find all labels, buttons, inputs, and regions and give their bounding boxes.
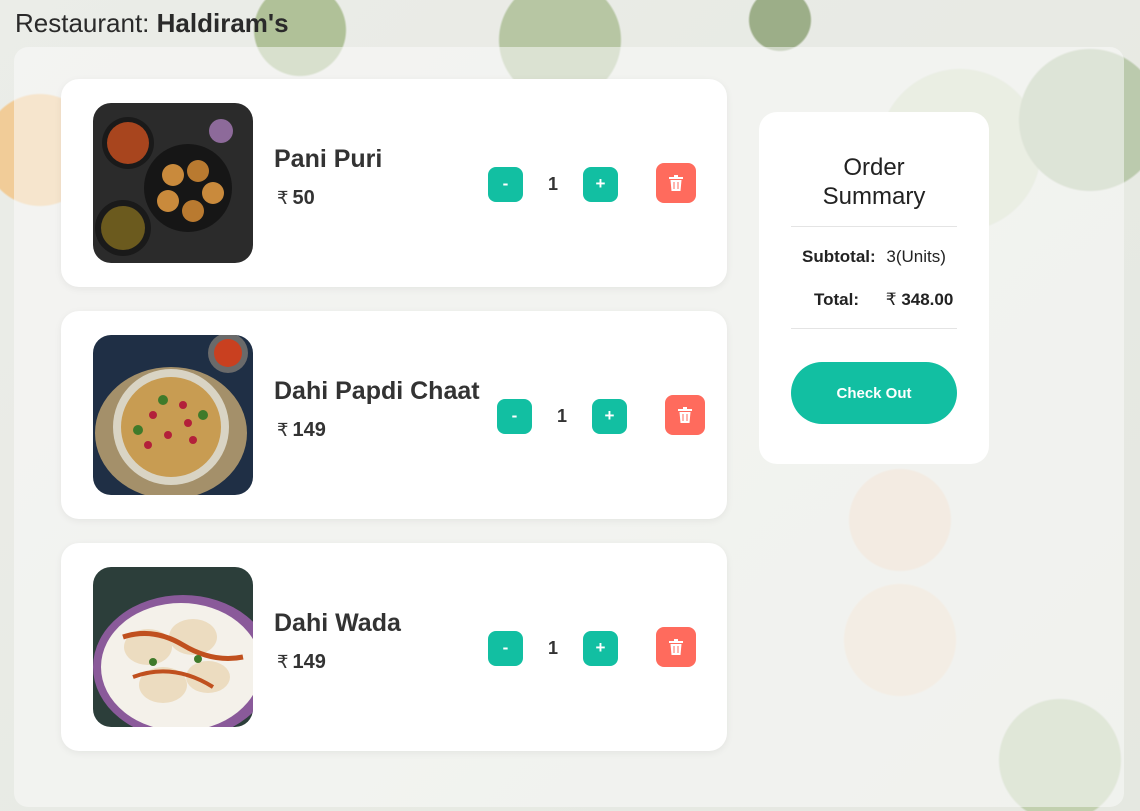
quantity-value: 1: [547, 637, 558, 658]
divider: [791, 226, 957, 227]
quantity-stepper: - 1 +: [488, 166, 618, 202]
dahi-papdi-chaat-image: [93, 335, 253, 495]
cart-item: Pani Puri ₹50 - 1 +: [61, 79, 727, 287]
dahi-wada-image: [93, 567, 253, 727]
subtotal-row: Subtotal: 3(Units): [802, 247, 946, 267]
pani-puri-image: [93, 103, 253, 263]
delete-button[interactable]: [656, 163, 696, 203]
restaurant-name: Haldiram's: [156, 8, 289, 38]
cart-item: Dahi Wada ₹149 - 1 +: [61, 543, 727, 751]
item-price: ₹149: [277, 651, 326, 673]
subtotal-label: Subtotal:: [802, 247, 876, 266]
checkout-button[interactable]: Check Out: [791, 362, 957, 424]
item-name: Dahi Wada: [274, 609, 401, 637]
decrement-button[interactable]: -: [488, 166, 523, 202]
page-title: Restaurant: Haldiram's: [15, 8, 289, 38]
item-name: Dahi Papdi Chaat: [274, 377, 480, 405]
trash-icon: [669, 175, 683, 191]
subtotal-value: 3(Units): [886, 247, 946, 266]
item-name: Pani Puri: [274, 145, 383, 173]
quantity-value: 1: [556, 405, 567, 426]
item-price: ₹50: [277, 187, 315, 209]
increment-button[interactable]: +: [592, 398, 627, 434]
delete-button[interactable]: [665, 395, 705, 435]
increment-button[interactable]: +: [583, 630, 618, 666]
total-value: ₹ 348.00: [885, 290, 954, 309]
quantity-stepper: - 1 +: [497, 398, 627, 434]
quantity-value: 1: [547, 173, 558, 194]
increment-button[interactable]: +: [583, 166, 618, 202]
summary-title: Order Summary: [822, 154, 926, 210]
total-label: Total:: [814, 290, 860, 309]
quantity-stepper: - 1 +: [488, 630, 618, 666]
total-row: Total: ₹ 348.00: [814, 290, 953, 310]
item-price: ₹149: [277, 419, 326, 441]
divider: [791, 328, 957, 329]
order-summary: Order Summary Subtotal: 3(Units) Total: …: [759, 112, 989, 464]
decrement-button[interactable]: -: [488, 630, 523, 666]
delete-button[interactable]: [656, 627, 696, 667]
cart-item: Dahi Papdi Chaat ₹149 - 1 +: [61, 311, 727, 519]
trash-icon: [678, 407, 692, 423]
trash-icon: [669, 639, 683, 655]
decrement-button[interactable]: -: [497, 398, 532, 434]
